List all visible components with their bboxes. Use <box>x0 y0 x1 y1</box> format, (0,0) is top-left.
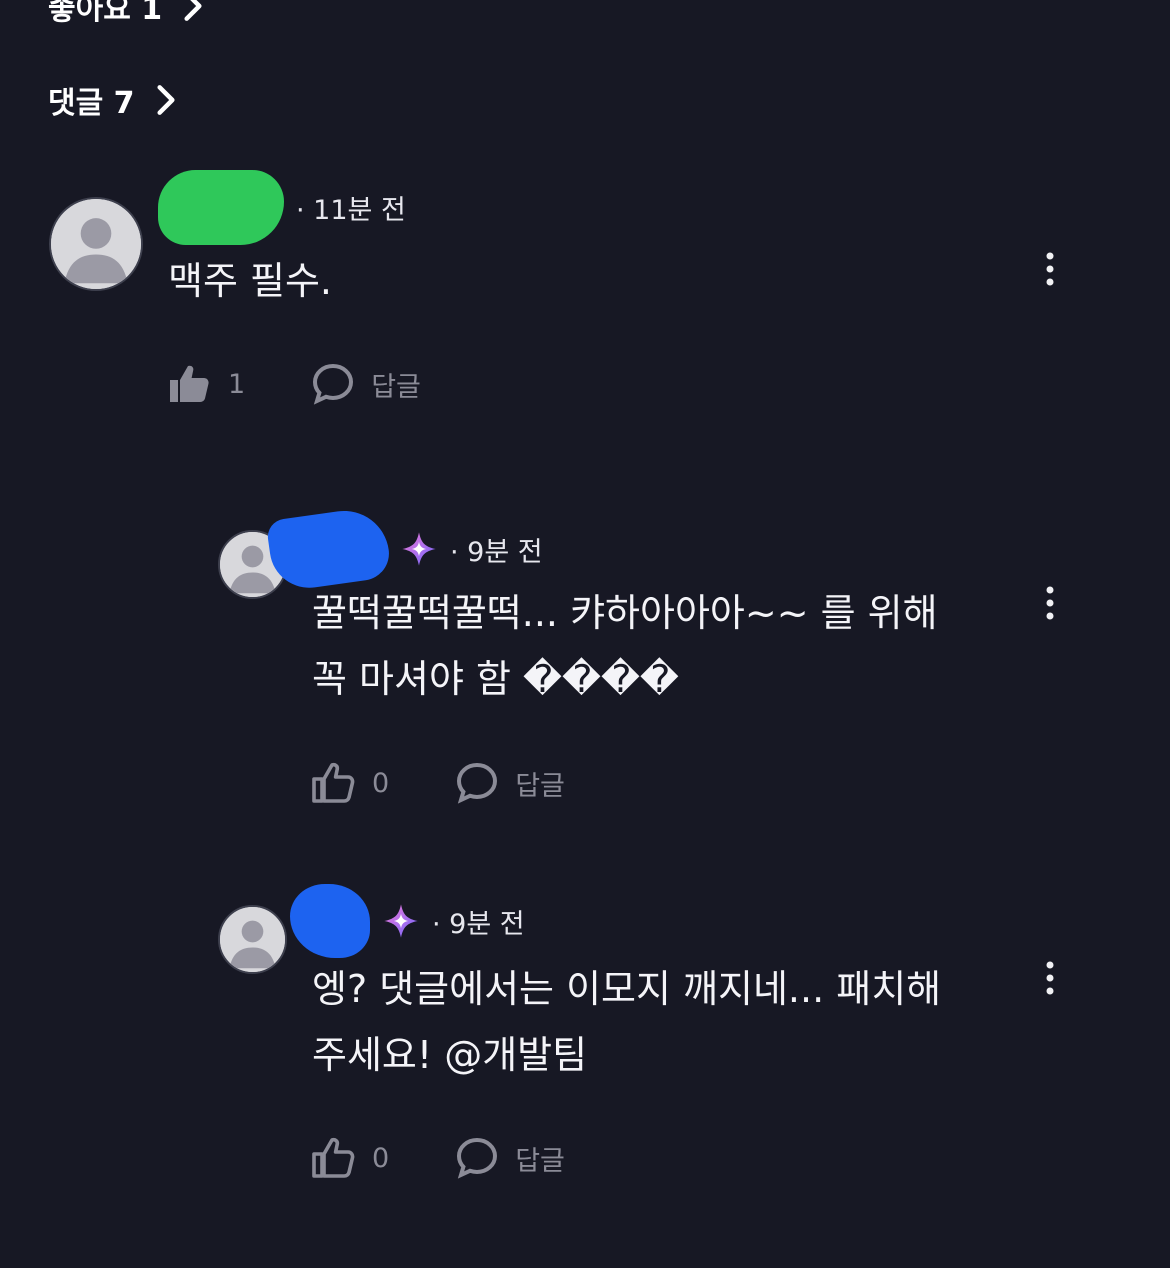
reply-button[interactable]: 답글 <box>453 1134 565 1182</box>
comment-time: · 9분 전 <box>432 908 525 940</box>
like-count: 1 <box>228 368 246 400</box>
comments-page: 좋아요 1 댓글 7 · 11분 전 맥주 필수. 1 답글 · 9분 전 꿀떡… <box>0 0 1170 1268</box>
comment-meta: · 9분 전 <box>290 884 525 958</box>
comment-body-line: 맥주 필수. <box>168 259 332 303</box>
sparkle-badge-icon <box>384 904 418 938</box>
comment-actions: 0 답글 <box>310 759 565 807</box>
comment-body-line: 주세요! @개발팀 <box>312 1033 588 1077</box>
chevron-right-icon <box>156 85 175 115</box>
comments-count-label: 댓글 7 <box>48 86 135 121</box>
speech-bubble-icon <box>457 762 498 804</box>
comment-time: · 9분 전 <box>450 536 543 568</box>
comment-actions: 1 답글 <box>166 360 421 408</box>
sparkle-badge-icon <box>402 532 436 566</box>
likes-link[interactable]: 좋아요 1 <box>48 0 212 28</box>
comment-body-line: 엥? 댓글에서는 이모지 깨지네... 패치해 <box>312 967 942 1011</box>
comment-time: · 11분 전 <box>296 195 406 226</box>
avatar[interactable] <box>218 905 287 974</box>
redacted-author-name <box>158 170 284 245</box>
comment-body: 맥주 필수. <box>168 248 332 314</box>
reply-label: 답글 <box>515 770 565 802</box>
like-button[interactable]: 1 <box>166 360 245 408</box>
reply-label: 답글 <box>515 1145 565 1177</box>
vertical-ellipsis-icon[interactable] <box>1044 585 1056 621</box>
speech-bubble-icon <box>313 363 354 405</box>
comment-actions: 0 답글 <box>310 1134 565 1182</box>
chevron-right-icon <box>184 0 202 21</box>
reply-button[interactable]: 답글 <box>309 360 421 408</box>
comments-header-link[interactable]: 댓글 7 <box>48 78 185 122</box>
comment-body: 엥? 댓글에서는 이모지 깨지네... 패치해 주세요! @개발팀 <box>312 956 941 1088</box>
comment-body-line: 꼭 마셔야 함 ���� <box>312 657 679 701</box>
redacted-author-name <box>290 884 370 958</box>
default-avatar-icon <box>220 907 285 972</box>
like-count: 0 <box>372 1142 390 1174</box>
like-button[interactable]: 0 <box>310 759 389 807</box>
avatar[interactable] <box>49 197 143 291</box>
like-count: 0 <box>372 767 390 799</box>
comment-body: 꿀떡꿀떡꿀떡... 캬하아아아~~ 를 위해 꼭 마셔야 함 ���� <box>312 580 938 712</box>
speech-bubble-icon <box>457 1137 498 1179</box>
vertical-ellipsis-icon[interactable] <box>1044 960 1056 996</box>
thumbs-up-filled-icon <box>170 365 209 402</box>
thumbs-up-outline-icon <box>312 1137 355 1178</box>
reply-label: 답글 <box>371 371 421 403</box>
reply-button[interactable]: 답글 <box>453 759 565 807</box>
default-avatar-icon <box>51 199 141 289</box>
like-button[interactable]: 0 <box>310 1134 389 1182</box>
likes-label: 좋아요 1 <box>48 0 163 27</box>
thumbs-up-outline-icon <box>312 762 355 803</box>
comment-meta: · 11분 전 <box>158 170 406 245</box>
comment-meta: · 9분 전 <box>265 505 543 593</box>
comment-body-line: 꿀떡꿀떡꿀떡... 캬하아아아~~ 를 위해 <box>312 591 938 635</box>
vertical-ellipsis-icon[interactable] <box>1044 251 1056 287</box>
